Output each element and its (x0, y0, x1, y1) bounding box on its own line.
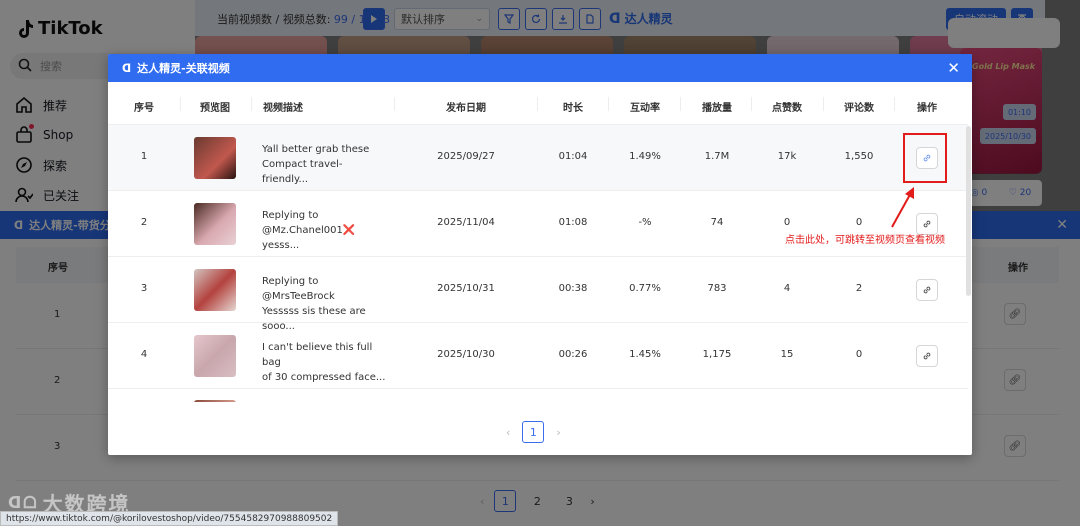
highlight-box (903, 133, 947, 183)
link-icon (923, 286, 931, 294)
duration: 00:26 (558, 349, 588, 360)
play-count: 1,175 (702, 349, 732, 360)
table-row (108, 389, 968, 402)
video-description: Replying to @Mz.Chanel001❌ yesss... (262, 208, 386, 253)
table-row: 1 Yall better grab these Compact travel-… (108, 125, 968, 191)
video-description: I can't believe this full bag of 30 comp… (262, 340, 386, 385)
col-engagement-rate: 互动率 (630, 103, 660, 114)
play-count: 1.7M (704, 151, 730, 162)
modal-pagination: ‹ 1 › (506, 421, 561, 443)
description-line: Replying to @MrsTeeBrock (262, 276, 335, 302)
col-description: 视频描述 (263, 103, 303, 114)
description-line: Yall better grab these (262, 144, 370, 155)
close-icon[interactable]: ✕ (947, 59, 960, 77)
status-bar-url: https://www.tiktok.com/@korilovestoshop/… (0, 511, 339, 526)
like-count: 15 (780, 349, 794, 360)
description-line: of 30 compressed face... (262, 372, 386, 383)
page-button[interactable]: 1 (522, 421, 545, 443)
duration: 00:38 (558, 283, 588, 294)
annotation-arrow-icon (891, 187, 914, 228)
related-videos-modal: ᗡ 达人精灵-关联视频 ✕ 序号 预览图 视频描述 发布日期 时长 互动率 播放… (108, 54, 972, 455)
like-count: 0 (783, 217, 791, 228)
engagement-rate: 1.45% (629, 349, 661, 360)
table-scrollbar[interactable] (966, 126, 971, 296)
col-preview: 预览图 (200, 103, 230, 114)
publish-date: 2025/10/30 (437, 349, 495, 360)
table-row: 3 Replying to @MrsTeeBrock Yesssss sis t… (108, 257, 968, 332)
col-publish-date: 发布日期 (446, 103, 486, 114)
engagement-rate: 0.77% (629, 283, 661, 294)
comment-count: 1,550 (844, 151, 874, 162)
play-count: 783 (707, 283, 727, 294)
video-preview-thumbnail[interactable] (194, 335, 236, 377)
engagement-rate: -% (638, 217, 652, 228)
row-index: 3 (140, 283, 148, 294)
open-video-button[interactable] (916, 345, 938, 367)
like-count: 4 (783, 283, 791, 294)
link-icon (923, 352, 931, 360)
publish-date: 2025/09/27 (437, 151, 495, 162)
engagement-rate: 1.49% (629, 151, 661, 162)
description-line: @Mz.Chanel001❌ yesss... (262, 225, 356, 251)
publish-date: 2025/11/04 (437, 217, 495, 228)
video-preview-thumbnail[interactable] (194, 400, 236, 402)
table-header: 序号 预览图 视频描述 发布日期 时长 互动率 播放量 点赞数 评论数 操作 (108, 82, 968, 125)
annotation-text: 点击此处，可跳转至视频页查看视频 (785, 235, 945, 246)
comment-count: 0 (855, 217, 863, 228)
table-row: 4 I can't believe this full bag of 30 co… (108, 323, 968, 389)
row-index: 4 (140, 349, 148, 360)
duration: 01:08 (558, 217, 588, 228)
col-likes: 点赞数 (772, 103, 802, 114)
video-preview-thumbnail[interactable] (194, 269, 236, 311)
description-line: Compact travel-friendly... (262, 159, 343, 185)
open-video-button[interactable] (916, 279, 938, 301)
table-row: 2 Replying to @Mz.Chanel001❌ yesss... 20… (108, 191, 968, 257)
row-index: 1 (140, 151, 148, 162)
watermark-logo-icon: ᗡᗝ (8, 492, 39, 512)
col-plays: 播放量 (702, 103, 732, 114)
like-count: 17k (777, 151, 797, 162)
col-action: 操作 (917, 103, 937, 114)
link-icon (923, 220, 931, 228)
brand-d-icon: ᗡ (122, 61, 132, 75)
col-index: 序号 (134, 103, 154, 114)
description-line: I can't believe this full bag (262, 342, 373, 368)
video-preview-thumbnail[interactable] (194, 203, 236, 245)
comment-count: 0 (855, 349, 863, 360)
row-index: 2 (140, 217, 148, 228)
comment-count: 2 (855, 283, 863, 294)
play-count: 74 (710, 217, 724, 228)
col-duration: 时长 (563, 103, 583, 114)
publish-date: 2025/10/31 (437, 283, 495, 294)
prev-page-icon[interactable]: ‹ (506, 426, 510, 439)
modal-title: 达人精灵-关联视频 (137, 62, 230, 75)
duration: 01:04 (558, 151, 588, 162)
video-preview-thumbnail[interactable] (194, 137, 236, 179)
video-description: Yall better grab these Compact travel-fr… (262, 142, 386, 187)
col-comments: 评论数 (844, 103, 874, 114)
modal-header: ᗡ 达人精灵-关联视频 (108, 54, 972, 82)
next-page-icon[interactable]: › (556, 426, 560, 439)
description-line: Replying to (262, 210, 319, 221)
